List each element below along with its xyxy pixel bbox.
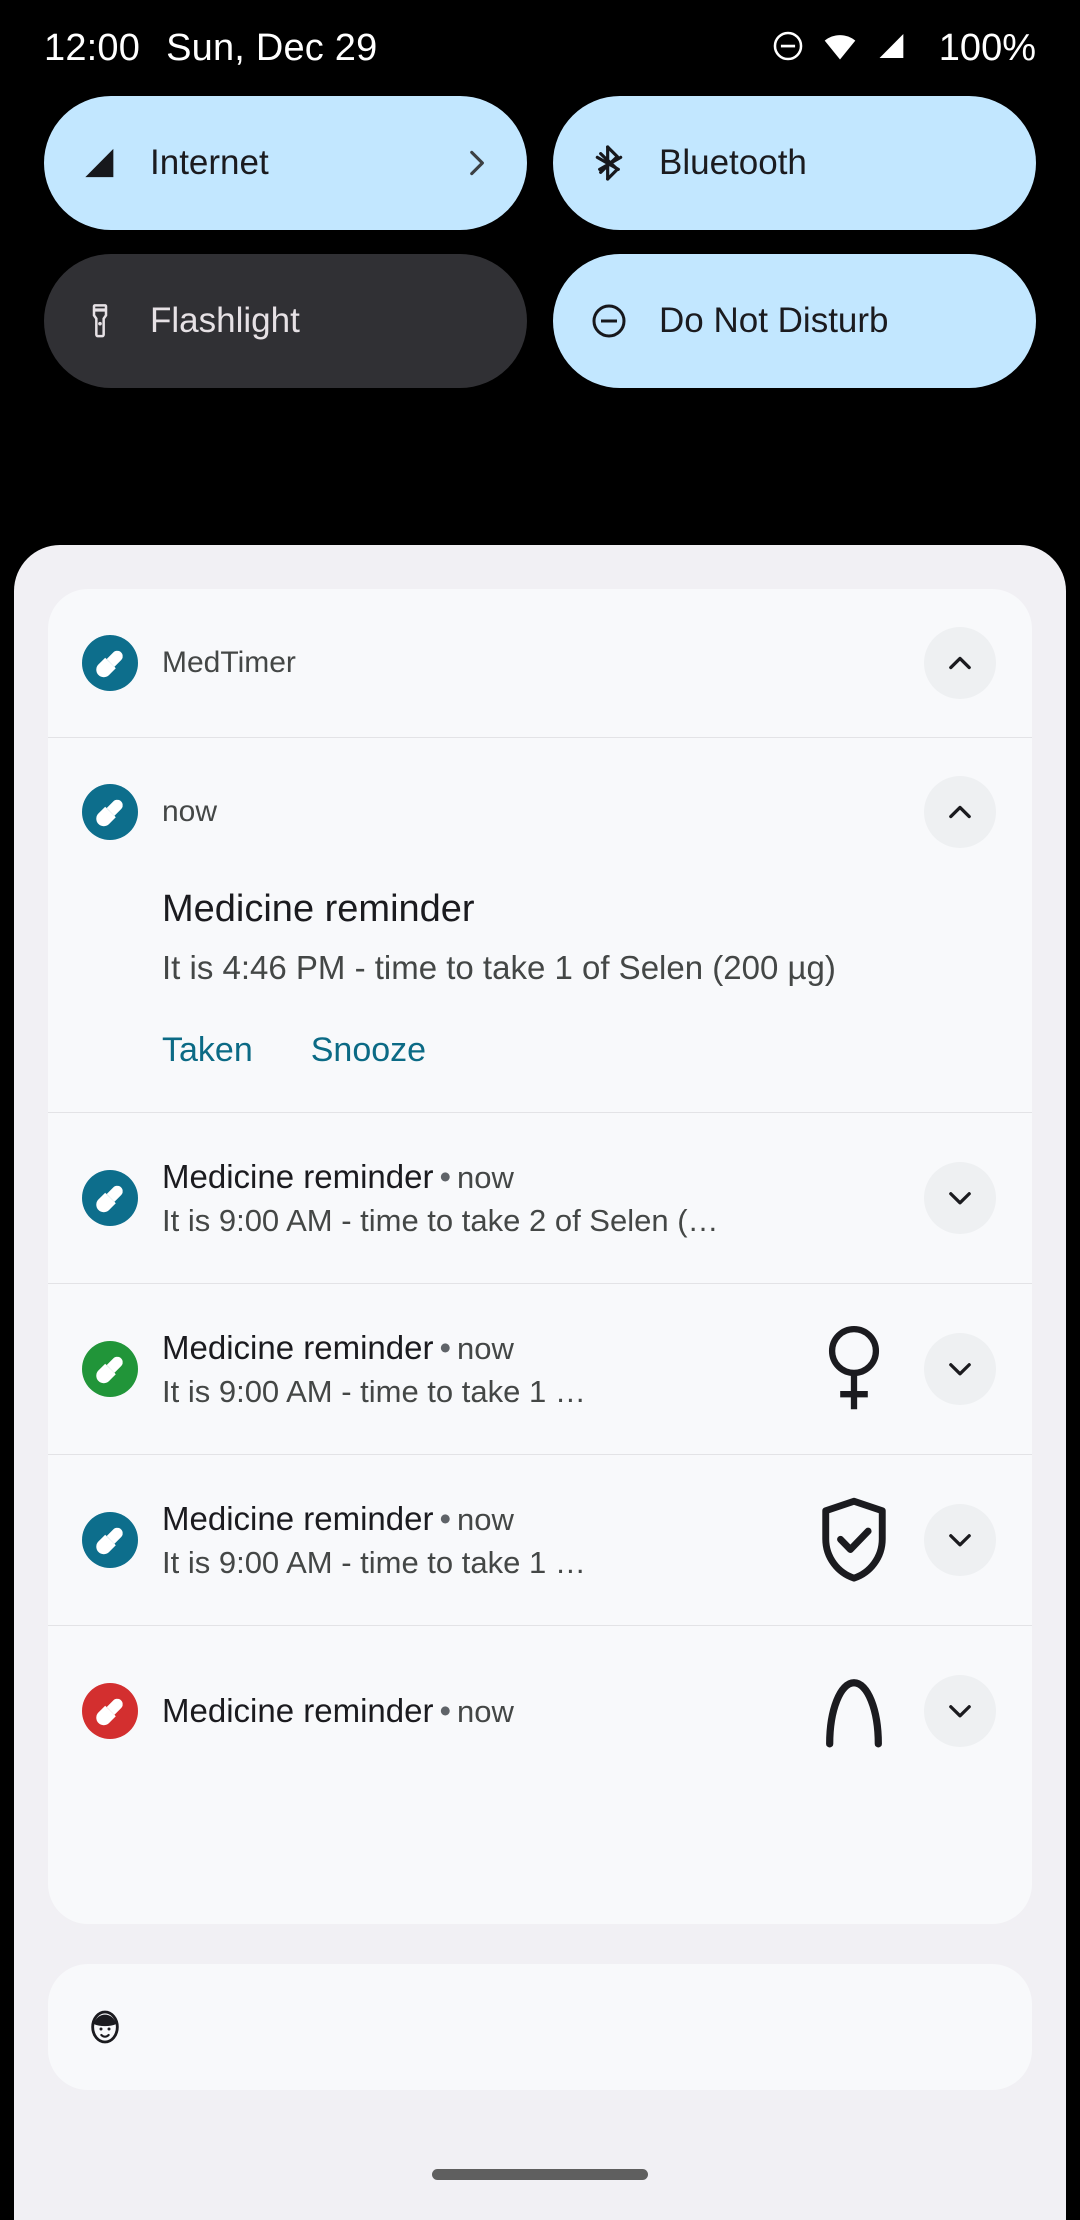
notification-row-title: Medicine reminder • now <box>162 1329 514 1366</box>
chevron-down-icon[interactable] <box>924 1675 996 1748</box>
notification-row[interactable]: Medicine reminder • now It is 9:00 AM - ti… <box>48 1113 1032 1283</box>
notification-body: It is 9:00 AM - time to take 1 … <box>162 1545 586 1581</box>
do-not-disturb-icon <box>587 299 631 343</box>
quick-settings-row-2: Flashlight Do Not Disturb <box>44 254 1036 388</box>
chevron-down-icon[interactable] <box>924 1333 996 1406</box>
chevron-down-icon[interactable] <box>924 1162 996 1235</box>
status-bar-right: 100% <box>771 27 1036 70</box>
quick-tile-internet[interactable]: Internet <box>44 96 527 230</box>
status-bar: 12:00 Sun, Dec 29 100% <box>0 0 1080 96</box>
chevron-up-icon[interactable] <box>924 627 996 699</box>
quick-tile-flashlight[interactable]: Flashlight <box>44 254 527 388</box>
quick-tile-label: Bluetooth <box>659 143 807 182</box>
chevron-right-icon[interactable] <box>459 146 493 180</box>
separator-dot: • <box>439 1499 452 1537</box>
female-venus-icon <box>808 1321 900 1417</box>
status-bar-left: 12:00 Sun, Dec 29 <box>44 27 377 70</box>
notification-row[interactable]: Medicine reminder • now It is 9:00 AM - ti… <box>48 1455 1032 1625</box>
notification-timestamp: now <box>162 795 218 828</box>
notification-timestamp: now <box>457 1330 514 1366</box>
notification-actions: Taken Snooze <box>162 1031 996 1112</box>
quick-tile-do-not-disturb[interactable]: Do Not Disturb <box>553 254 1036 388</box>
battery-percentage: 100% <box>938 26 1036 69</box>
notification-row[interactable]: Medicine reminder • now <box>48 1626 1032 1796</box>
notification-group-header[interactable]: MedTimer <box>48 589 1032 737</box>
notification-row[interactable]: Medicine reminder • now It is 9:00 AM - ti… <box>48 1284 1032 1454</box>
status-date: Sun, Dec 29 <box>166 26 378 69</box>
notification-body: It is 4:46 PM - time to take 1 of Selen … <box>162 948 836 986</box>
notification-row-text: Medicine reminder • now It is 9:00 AM - ti… <box>162 1157 900 1240</box>
notification-title: Medicine reminder <box>162 1328 434 1366</box>
status-clock: 12:00 <box>44 26 141 69</box>
notification-timestamp: now <box>457 1694 514 1730</box>
cellular-signal-icon <box>78 141 122 185</box>
cellular-signal-icon <box>875 29 909 68</box>
home-gesture-handle[interactable] <box>432 2168 648 2180</box>
notification-expanded[interactable]: now Medicine reminder It is 4:46 PM - ti… <box>48 738 1032 1112</box>
notification-title: Medicine reminder <box>162 1692 434 1730</box>
shield-check-icon <box>808 1494 900 1586</box>
medtimer-pill-icon <box>82 1512 138 1569</box>
medtimer-pill-icon <box>82 1170 138 1227</box>
quick-settings-row-1: Internet Bluetooth <box>44 96 1036 230</box>
notification-title: Medicine reminder <box>162 1157 434 1195</box>
separator-dot: • <box>439 1328 452 1366</box>
separator-dot: • <box>439 1157 452 1195</box>
medtimer-pill-icon <box>82 1341 138 1398</box>
notification-body: It is 9:00 AM - time to take 1 … <box>162 1374 586 1410</box>
medtimer-pill-icon <box>82 784 138 840</box>
chevron-up-icon[interactable] <box>924 776 996 848</box>
bluetooth-icon <box>587 141 631 185</box>
quick-tile-bluetooth[interactable]: Bluetooth <box>553 96 1036 230</box>
snooze-button[interactable]: Snooze <box>311 1031 426 1070</box>
notification-group-medtimer: MedTimer now Medicine reminder It is 4:4… <box>48 589 1032 1924</box>
notification-shade: MedTimer now Medicine reminder It is 4:4… <box>14 545 1066 2220</box>
notification-app-name: MedTimer <box>162 646 296 679</box>
navigation-bar <box>14 2128 1066 2220</box>
notification-row-text: Medicine reminder • now <box>162 1691 784 1731</box>
quick-tile-label: Flashlight <box>150 301 300 340</box>
notification-row-text: Medicine reminder • now It is 9:00 AM - ti… <box>162 1499 784 1582</box>
quick-settings-panel: Internet Bluetooth Flashlight Do Not Dis… <box>0 96 1080 388</box>
notification-timestamp: now <box>457 1501 514 1537</box>
chevron-down-icon[interactable] <box>924 1504 996 1577</box>
notification-title: Medicine reminder <box>162 888 475 930</box>
notification-title: Medicine reminder <box>162 1499 434 1537</box>
flashlight-icon <box>78 299 122 343</box>
medtimer-pill-icon <box>82 635 138 691</box>
taken-button[interactable]: Taken <box>162 1031 253 1070</box>
medtimer-pill-icon <box>82 1683 138 1740</box>
notification-row-title: Medicine reminder • now <box>162 1500 514 1537</box>
notification-timestamp: now <box>457 1159 514 1195</box>
separator-dot: • <box>439 1692 452 1730</box>
wifi-icon <box>821 29 859 68</box>
quick-tile-label: Do Not Disturb <box>659 301 889 340</box>
notification-row-text: Medicine reminder • now It is 9:00 AM - ti… <box>162 1328 784 1411</box>
notification-row-title: Medicine reminder • now <box>162 1692 514 1729</box>
shade-footer-bar[interactable] <box>48 1964 1032 2090</box>
notification-row-title: Medicine reminder • now <box>162 1158 514 1195</box>
face-avatar-icon[interactable] <box>84 2006 126 2048</box>
notification-body: It is 9:00 AM - time to take 2 of Selen … <box>162 1203 719 1239</box>
quick-tile-label: Internet <box>150 143 269 182</box>
arc-icon <box>808 1665 900 1757</box>
do-not-disturb-icon <box>771 29 805 68</box>
notification-expanded-header: now <box>82 738 996 886</box>
